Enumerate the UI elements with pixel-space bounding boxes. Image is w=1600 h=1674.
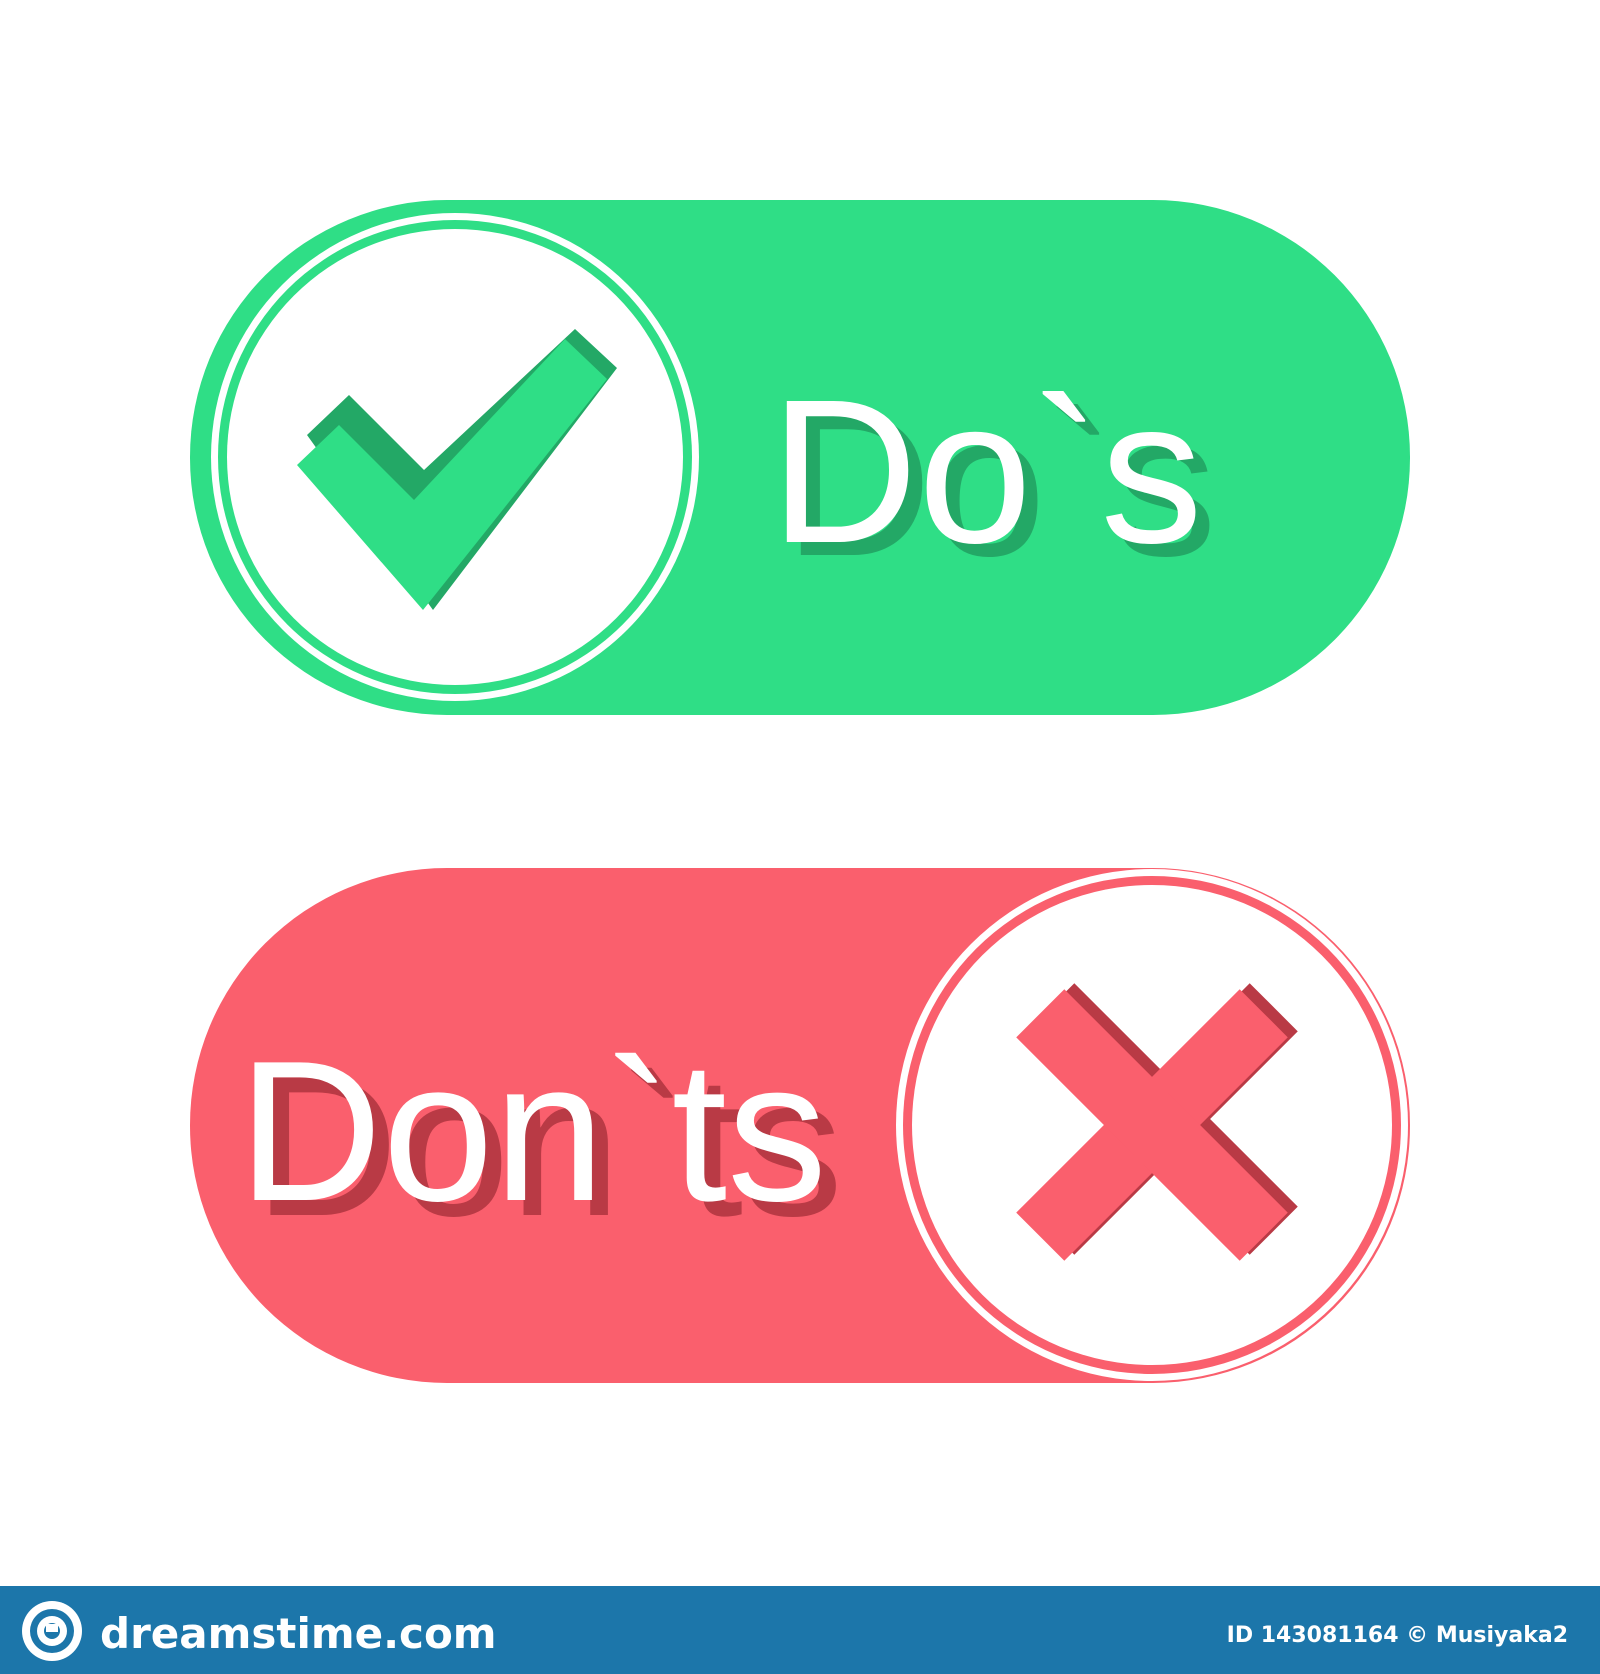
donts-label: Don`ts (238, 1020, 827, 1243)
footer-credit: ID 143081164 © Musiyaka2 (1227, 1623, 1568, 1648)
dreamstime-spiral-logo-icon (22, 1601, 82, 1661)
footer-brand[interactable]: dreamstime.com (100, 1609, 497, 1658)
dos-label: Do`s (770, 357, 1203, 586)
footer-bar: dreamstime.com ID 143081164 © Musiyaka2 (0, 1586, 1600, 1674)
donts-badge: Don`ts Don`ts (190, 868, 1410, 1383)
dos-badge: Do`s Do`s (190, 200, 1410, 715)
